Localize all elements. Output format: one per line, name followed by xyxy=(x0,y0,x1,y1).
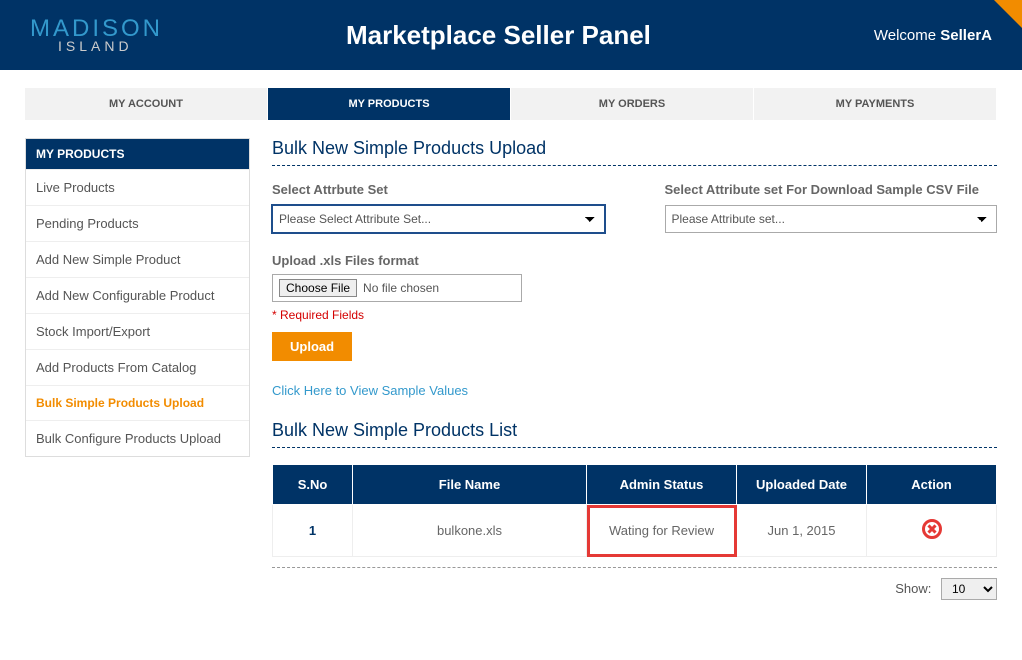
download-col: Select Attribute set For Download Sample… xyxy=(665,182,998,233)
delete-icon[interactable] xyxy=(922,519,942,539)
sidebar-title: MY PRODUCTS xyxy=(26,139,249,169)
body: MY PRODUCTS Live Products Pending Produc… xyxy=(0,120,1022,625)
tab-my-products[interactable]: MY PRODUCTS xyxy=(268,88,511,120)
sidebar-item-add-new-configurable[interactable]: Add New Configurable Product xyxy=(26,277,249,313)
cell-uploaded-date: Jun 1, 2015 xyxy=(737,505,867,557)
attr-set-label: Select Attrbute Set xyxy=(272,182,605,197)
th-admin-status: Admin Status xyxy=(587,465,737,505)
divider xyxy=(272,567,997,568)
sidebar-item-add-new-simple[interactable]: Add New Simple Product xyxy=(26,241,249,277)
required-fields-text: * Required Fields xyxy=(272,308,997,322)
sidebar-item-bulk-configure-upload[interactable]: Bulk Configure Products Upload xyxy=(26,420,249,456)
th-sno: S.No xyxy=(273,465,353,505)
welcome-user: SellerA xyxy=(940,27,992,44)
tab-my-account[interactable]: MY ACCOUNT xyxy=(25,88,268,120)
file-input-box[interactable]: Choose File No file chosen xyxy=(272,274,522,302)
download-select[interactable]: Please Attribute set... xyxy=(665,205,998,233)
sidebar-item-bulk-simple-upload[interactable]: Bulk Simple Products Upload xyxy=(26,385,249,420)
sidebar: MY PRODUCTS Live Products Pending Produc… xyxy=(25,138,250,457)
cell-sno: 1 xyxy=(273,505,353,557)
sidebar-item-stock-import-export[interactable]: Stock Import/Export xyxy=(26,313,249,349)
list-section-title: Bulk New Simple Products List xyxy=(272,420,997,441)
sidebar-item-live-products[interactable]: Live Products xyxy=(26,169,249,205)
cell-action xyxy=(867,505,997,557)
upload-button[interactable]: Upload xyxy=(272,332,352,361)
th-uploaded-date: Uploaded Date xyxy=(737,465,867,505)
welcome-prefix: Welcome xyxy=(874,27,940,44)
show-select[interactable]: 10 xyxy=(941,578,997,600)
tab-my-payments[interactable]: MY PAYMENTS xyxy=(754,88,997,120)
attr-set-col: Select Attrbute Set Please Select Attrib… xyxy=(272,182,605,233)
main: Bulk New Simple Products Upload Select A… xyxy=(272,138,997,600)
attr-set-select[interactable]: Please Select Attribute Set... xyxy=(272,205,605,233)
tabs-wrap: MY ACCOUNT MY PRODUCTS MY ORDERS MY PAYM… xyxy=(0,70,1022,120)
upload-section-title: Bulk New Simple Products Upload xyxy=(272,138,997,159)
th-filename: File Name xyxy=(353,465,587,505)
table-row: 1 bulkone.xls Wating for Review Jun 1, 2… xyxy=(273,505,997,557)
cell-admin-status: Wating for Review xyxy=(587,505,737,557)
sidebar-item-add-from-catalog[interactable]: Add Products From Catalog xyxy=(26,349,249,385)
tabs: MY ACCOUNT MY PRODUCTS MY ORDERS MY PAYM… xyxy=(25,88,997,120)
pagination-show: Show: 10 xyxy=(272,578,997,600)
sample-values-link[interactable]: Click Here to View Sample Values xyxy=(272,383,468,398)
welcome-text: Welcome SellerA xyxy=(874,27,992,44)
corner-ribbon xyxy=(994,0,1022,28)
cell-filename: bulkone.xls xyxy=(353,505,587,557)
divider xyxy=(272,447,997,448)
sidebar-item-pending-products[interactable]: Pending Products xyxy=(26,205,249,241)
upload-label: Upload .xls Files format xyxy=(272,253,997,268)
products-table: S.No File Name Admin Status Uploaded Dat… xyxy=(272,464,997,557)
header: MADISON ISLAND Marketplace Seller Panel … xyxy=(0,0,1022,70)
page-title: Marketplace Seller Panel xyxy=(123,20,874,51)
divider xyxy=(272,165,997,166)
table-header-row: S.No File Name Admin Status Uploaded Dat… xyxy=(273,465,997,505)
download-label: Select Attribute set For Download Sample… xyxy=(665,182,998,197)
show-label: Show: xyxy=(895,581,931,596)
choose-file-button[interactable]: Choose File xyxy=(279,279,357,297)
selects-row: Select Attrbute Set Please Select Attrib… xyxy=(272,182,997,233)
th-action: Action xyxy=(867,465,997,505)
file-status-text: No file chosen xyxy=(363,281,439,295)
tab-my-orders[interactable]: MY ORDERS xyxy=(511,88,754,120)
